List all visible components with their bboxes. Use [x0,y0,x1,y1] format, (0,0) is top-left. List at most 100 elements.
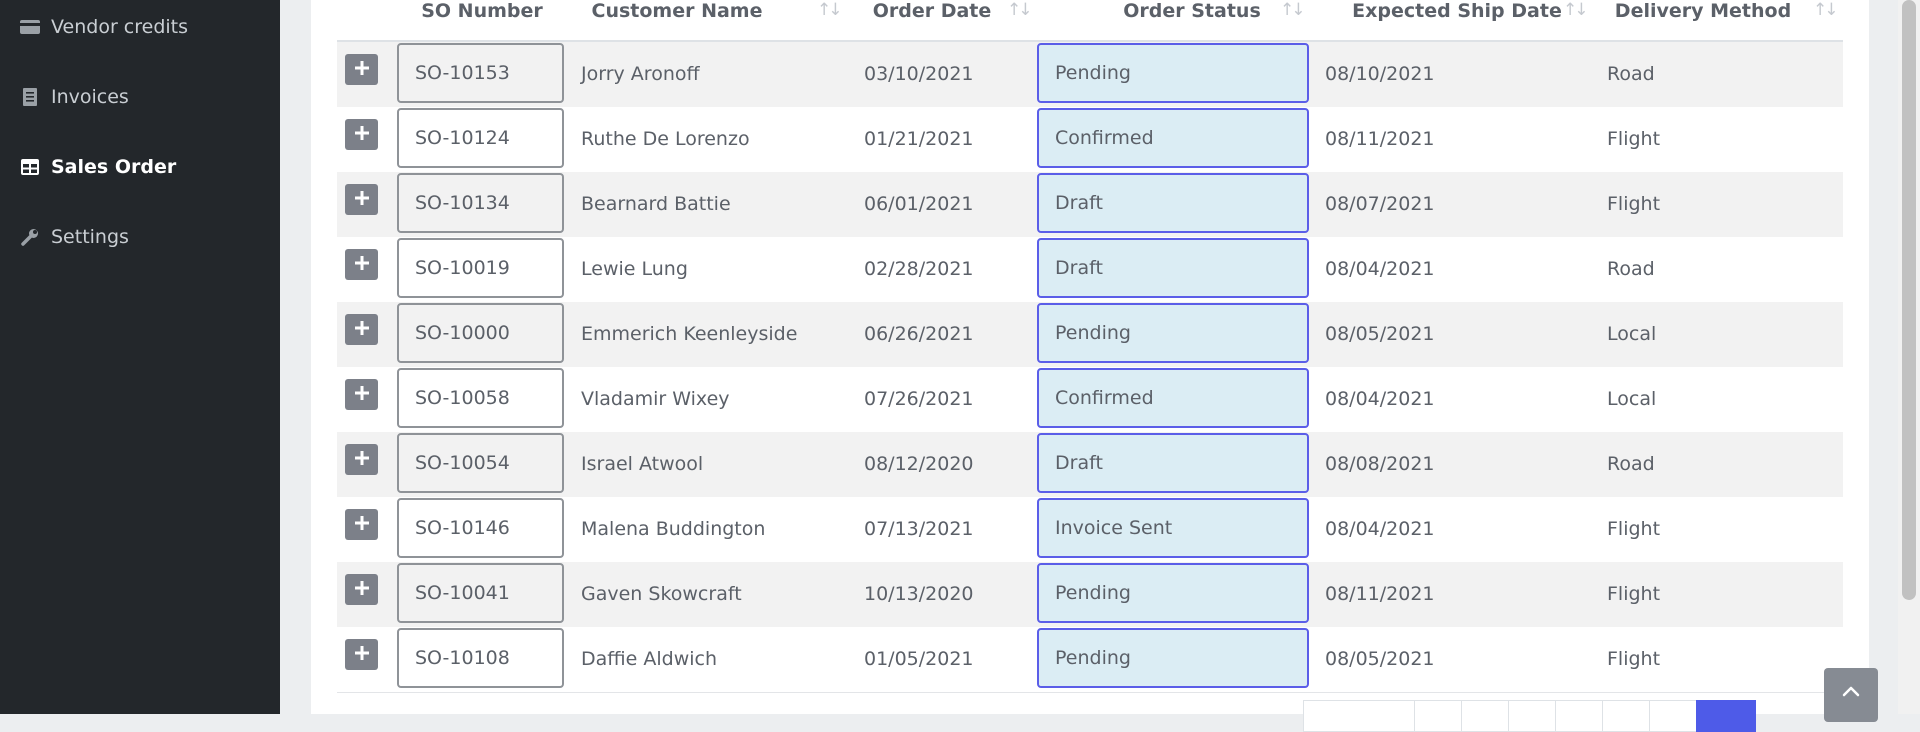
order-status-cell[interactable]: Confirmed [1037,108,1309,168]
sort-icon[interactable]: ↑↓ [1563,0,1588,20]
ship-date-cell: 08/11/2021 [1325,582,1435,605]
so-number-cell[interactable]: SO-10054 [397,433,564,493]
sidebar-item-sales-order[interactable]: Sales Order [0,147,280,187]
sort-icon[interactable]: ↑↓ [1813,0,1838,20]
plus-icon [354,125,370,145]
delivery-method-cell: Flight [1607,127,1661,150]
order-status-cell[interactable]: Pending [1037,563,1309,623]
so-number-cell[interactable]: SO-10124 [397,108,564,168]
customer-name-cell: Jorry Aronoff [581,62,700,85]
pagination-active-page[interactable] [1696,700,1756,732]
scrollbar-thumb[interactable] [1902,0,1916,600]
order-status-cell[interactable]: Draft [1037,433,1309,493]
column-header-order-date[interactable]: Order Date [857,0,1007,40]
column-header-customer-name[interactable]: Customer Name [577,0,777,40]
sort-icon[interactable]: ↑↓ [1280,0,1305,20]
table-row: SO-10054 Israel Atwool 08/12/2020 Draft … [337,432,1843,498]
order-date-cell: 01/05/2021 [864,647,974,670]
chevron-up-icon [1842,682,1860,701]
column-header-expected-ship-date[interactable]: Expected Ship Date [1337,0,1577,40]
customer-name-cell: Lewie Lung [581,257,688,280]
delivery-method-cell: Road [1607,62,1655,85]
customer-name-cell: Bearnard Battie [581,192,731,215]
delivery-method-cell: Flight [1607,647,1661,670]
expand-row-button[interactable] [345,314,378,345]
order-status-cell[interactable]: Pending [1037,303,1309,363]
plus-icon [354,60,370,80]
delivery-method-cell: Flight [1607,517,1661,540]
expand-row-button[interactable] [345,379,378,410]
sidebar: Vendor credits Invoices Sales Order Sett… [0,0,280,714]
expand-row-button[interactable] [345,574,378,605]
order-status-cell[interactable]: Pending [1037,628,1309,688]
table-row: SO-10153 Jorry Aronoff 03/10/2021 Pendin… [337,42,1843,108]
expand-row-button[interactable] [345,249,378,280]
pagination-page-button[interactable] [1602,700,1650,732]
so-number-cell[interactable]: SO-10153 [397,43,564,103]
column-header-so-number[interactable]: SO Number [407,0,557,40]
sidebar-item-vendor-credits[interactable]: Vendor credits [0,7,280,47]
pagination-page-button[interactable] [1508,700,1556,732]
ship-date-cell: 08/10/2021 [1325,62,1435,85]
order-date-cell: 01/21/2021 [864,127,974,150]
so-number-cell[interactable]: SO-10146 [397,498,564,558]
customer-name-cell: Vladamir Wixey [581,387,730,410]
sort-icon[interactable]: ↑↓ [1007,0,1032,20]
order-status-cell[interactable]: Draft [1037,238,1309,298]
customer-name-cell: Israel Atwool [581,452,704,475]
page-scrollbar[interactable] [1898,0,1920,714]
credit-card-icon [20,17,40,37]
order-date-cell: 06/01/2021 [864,192,974,215]
order-status-cell[interactable]: Draft [1037,173,1309,233]
so-number-cell[interactable]: SO-10019 [397,238,564,298]
order-status-cell[interactable]: Confirmed [1037,368,1309,428]
expand-row-button[interactable] [345,184,378,215]
sidebar-item-settings[interactable]: Settings [0,217,280,257]
table-row: SO-10134 Bearnard Battie 06/01/2021 Draf… [337,172,1843,238]
table-row: SO-10000 Emmerich Keenleyside 06/26/2021… [337,302,1843,368]
delivery-method-cell: Flight [1607,192,1661,215]
sidebar-item-label: Settings [51,226,129,248]
pagination-page-button[interactable] [1461,700,1509,732]
sidebar-item-label: Vendor credits [51,16,189,38]
order-status-cell[interactable]: Invoice Sent [1037,498,1309,558]
plus-icon [354,450,370,470]
delivery-method-cell: Road [1607,257,1655,280]
table-row: SO-10019 Lewie Lung 02/28/2021 Draft 08/… [337,237,1843,303]
order-date-cell: 02/28/2021 [864,257,974,280]
column-header-delivery-method[interactable]: Delivery Method [1603,0,1803,40]
sidebar-item-invoices[interactable]: Invoices [0,77,280,117]
so-number-cell[interactable]: SO-10000 [397,303,564,363]
ship-date-cell: 08/04/2021 [1325,517,1435,540]
table-row: SO-10041 Gaven Skowcraft 10/13/2020 Pend… [337,562,1843,628]
expand-row-button[interactable] [345,509,378,540]
column-header-order-status[interactable]: Order Status [1077,0,1307,40]
pagination-page-button[interactable] [1649,700,1697,732]
pagination-page-button[interactable] [1414,700,1462,732]
so-number-cell[interactable]: SO-10108 [397,628,564,688]
delivery-method-cell: Local [1607,322,1657,345]
plus-icon [354,645,370,665]
customer-name-cell: Malena Buddington [581,517,766,540]
table-row: SO-10058 Vladamir Wixey 07/26/2021 Confi… [337,367,1843,433]
order-date-cell: 10/13/2020 [864,582,974,605]
pagination-page-button[interactable] [1555,700,1603,732]
so-number-cell[interactable]: SO-10134 [397,173,564,233]
plus-icon [354,515,370,535]
expand-row-button[interactable] [345,639,378,670]
so-number-cell[interactable]: SO-10041 [397,563,564,623]
order-status-cell[interactable]: Pending [1037,43,1309,103]
customer-name-cell: Emmerich Keenleyside [581,322,798,345]
sort-icon[interactable]: ↑↓ [817,0,842,20]
order-date-cell: 07/13/2021 [864,517,974,540]
expand-row-button[interactable] [345,119,378,150]
customer-name-cell: Daffie Aldwich [581,647,718,670]
order-date-cell: 06/26/2021 [864,322,974,345]
delivery-method-cell: Road [1607,452,1655,475]
expand-row-button[interactable] [345,444,378,475]
pagination-first-button[interactable] [1303,700,1415,732]
ship-date-cell: 08/07/2021 [1325,192,1435,215]
so-number-cell[interactable]: SO-10058 [397,368,564,428]
plus-icon [354,580,370,600]
expand-row-button[interactable] [345,54,378,85]
